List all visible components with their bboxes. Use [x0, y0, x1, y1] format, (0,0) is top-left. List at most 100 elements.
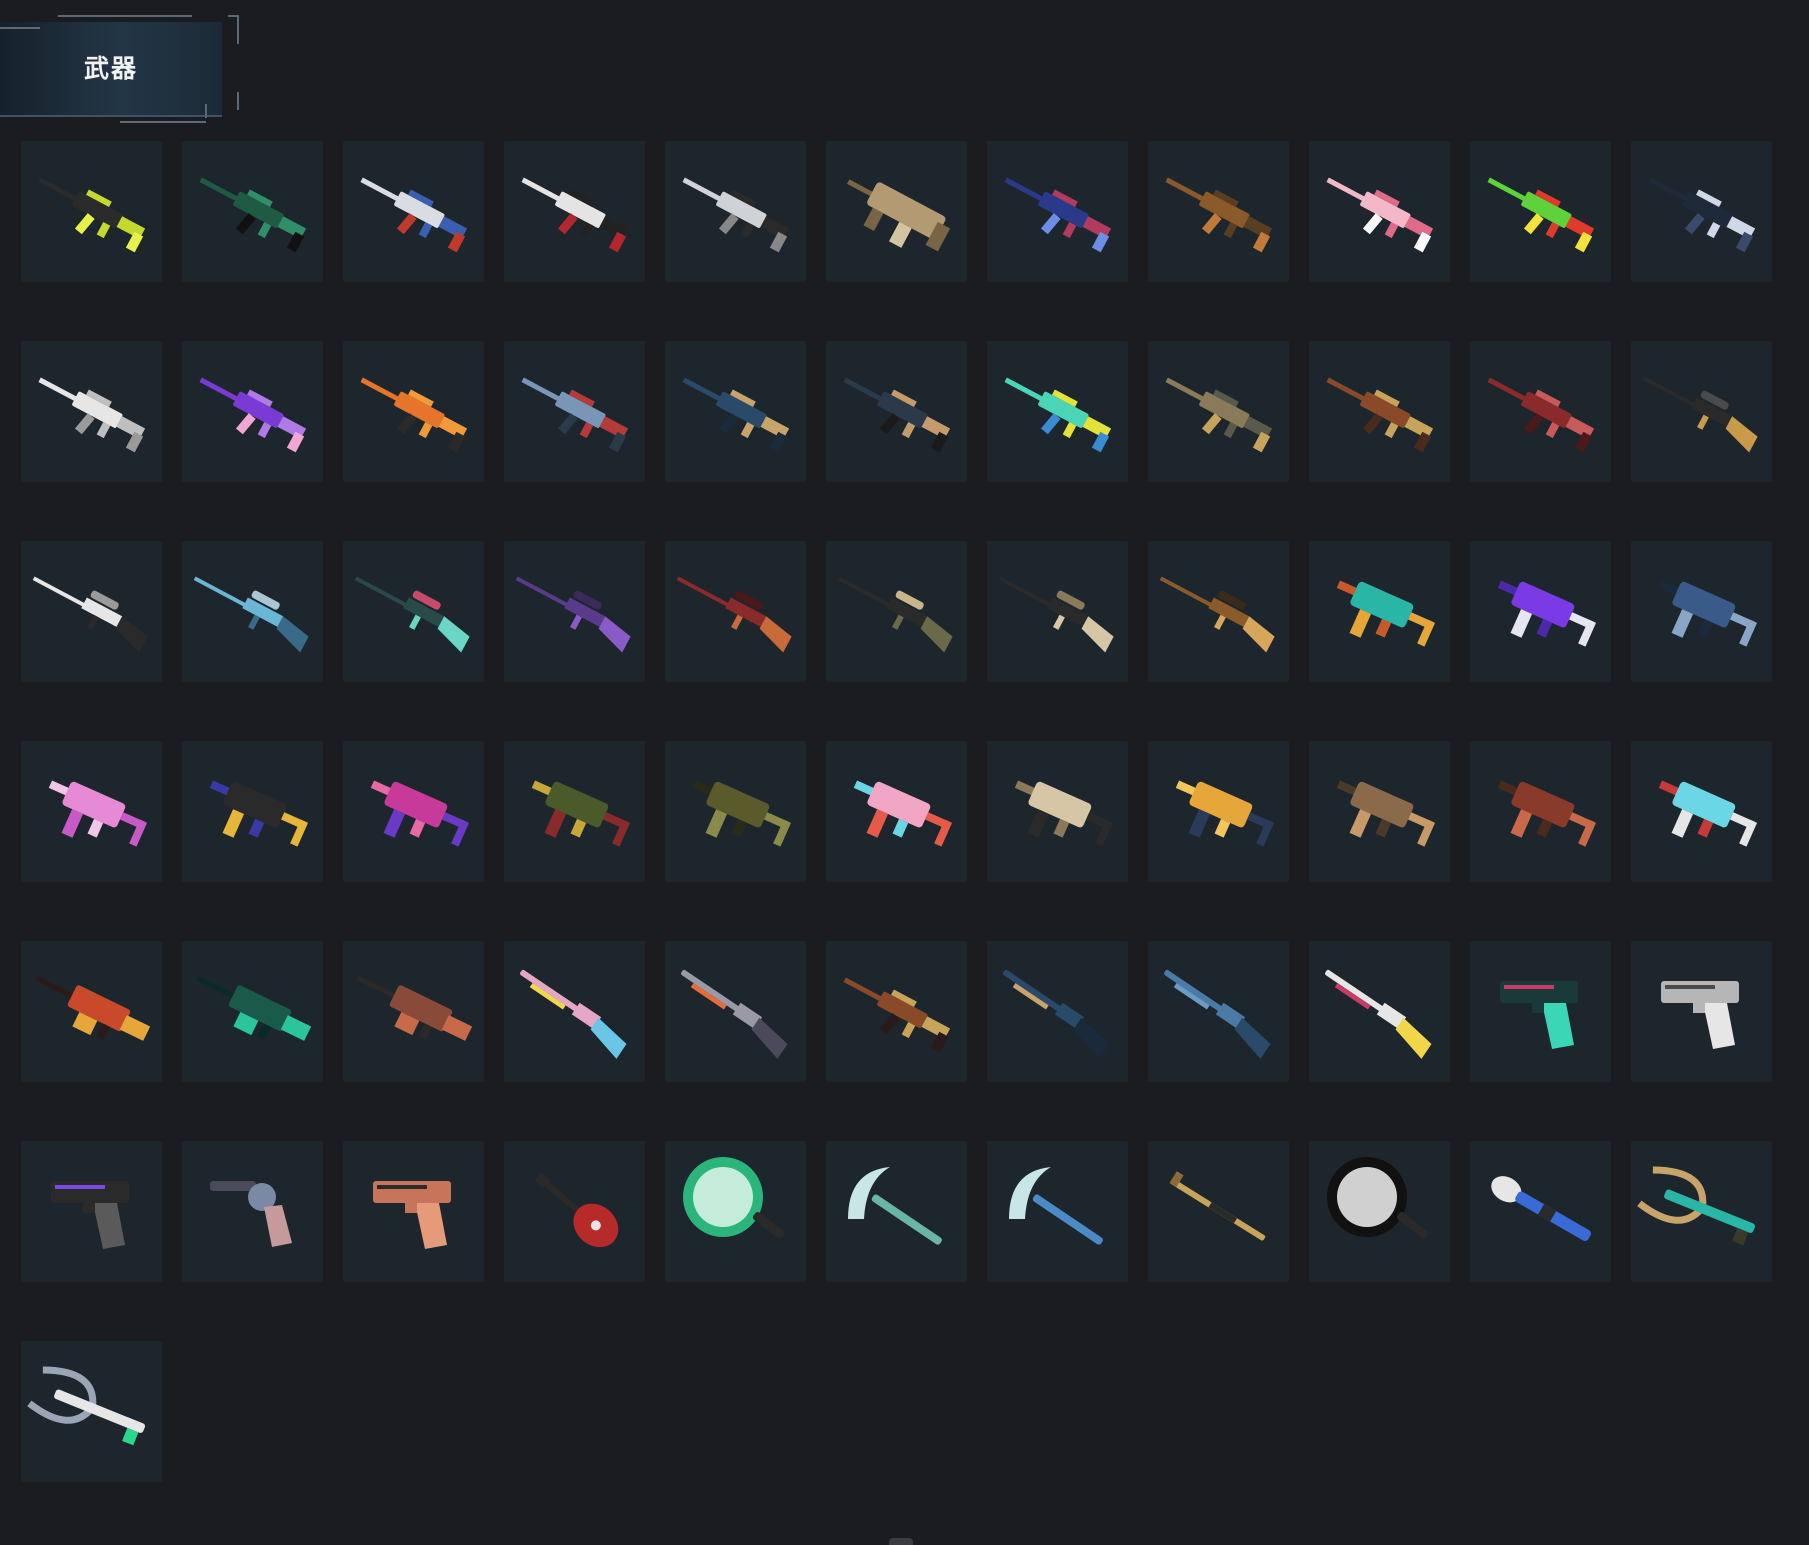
weapon-tile[interactable] [21, 741, 162, 882]
submachine-gun-icon [1175, 780, 1275, 847]
sniper-rifle-icon [193, 576, 309, 653]
weapon-tile[interactable] [343, 341, 484, 482]
assault-rifle-icon [843, 377, 951, 453]
weapon-tile[interactable] [1470, 1141, 1611, 1282]
weapon-tile[interactable] [1148, 941, 1289, 1082]
weapon-tile[interactable] [1631, 341, 1772, 482]
weapon-tile[interactable] [504, 541, 645, 682]
weapon-tile[interactable] [826, 541, 967, 682]
assault-rifle-icon [1165, 177, 1273, 253]
sickle-icon [848, 1167, 942, 1245]
assault-rifle-icon [360, 177, 468, 253]
weapon-tile[interactable] [504, 1141, 645, 1282]
assault-rifle-icon [521, 377, 629, 453]
weapon-tile[interactable] [1309, 941, 1450, 1082]
weapon-tile[interactable] [504, 941, 645, 1082]
weapon-tile[interactable] [987, 141, 1128, 282]
revolver-icon [210, 1181, 292, 1247]
weapon-tile[interactable] [182, 541, 323, 682]
weapon-tile[interactable] [504, 141, 645, 282]
assault-rifle-icon [1487, 177, 1595, 253]
weapon-tile[interactable] [826, 141, 967, 282]
weapon-tile[interactable] [21, 1341, 162, 1482]
weapon-tile[interactable] [1470, 341, 1611, 482]
grenade-launcher-icon [1491, 1176, 1592, 1241]
submachine-gun-icon [209, 780, 309, 847]
weapon-tile[interactable] [665, 1141, 806, 1282]
scroll-indicator[interactable] [889, 1538, 913, 1545]
sniper-rifle-icon [1642, 376, 1758, 453]
weapon-tile[interactable] [826, 1141, 967, 1282]
weapon-tile[interactable] [1631, 541, 1772, 682]
weapon-tile[interactable] [826, 741, 967, 882]
weapon-tile[interactable] [1148, 141, 1289, 282]
weapon-tile[interactable] [987, 1141, 1128, 1282]
weapon-tile[interactable] [1309, 141, 1450, 282]
weapon-tile[interactable] [21, 141, 162, 282]
submachine-gun-icon [1497, 780, 1597, 847]
assault-rifle-icon [38, 377, 146, 453]
weapon-tile[interactable] [1470, 141, 1611, 282]
weapon-tile[interactable] [1148, 1141, 1289, 1282]
weapon-tile[interactable] [504, 741, 645, 882]
submachine-gun-icon [1336, 780, 1436, 847]
category-title: 武器 [83, 54, 138, 83]
weapon-tile[interactable] [1148, 541, 1289, 682]
weapon-tile[interactable] [1309, 541, 1450, 682]
weapon-tile[interactable] [665, 741, 806, 882]
weapon-tile[interactable] [1309, 1141, 1450, 1282]
frying-pan-icon [683, 1157, 785, 1239]
weapon-tile[interactable] [1470, 541, 1611, 682]
weapon-tile[interactable] [665, 541, 806, 682]
weapon-tile[interactable] [1631, 741, 1772, 882]
weapon-tile[interactable] [1631, 141, 1772, 282]
weapon-tile[interactable] [21, 941, 162, 1082]
weapon-tile[interactable] [343, 741, 484, 882]
frying-pan-icon [1327, 1157, 1429, 1239]
category-header: 武器 [0, 14, 240, 124]
weapon-tile[interactable] [665, 341, 806, 482]
crossbow-icon [27, 1366, 146, 1446]
weapon-tile[interactable] [826, 941, 967, 1082]
assault-rifle-icon [1165, 377, 1273, 453]
weapon-tile[interactable] [21, 541, 162, 682]
bullpup-rifle-icon [847, 179, 951, 252]
weapon-tile[interactable] [665, 141, 806, 282]
weapon-tile[interactable] [1309, 341, 1450, 482]
weapon-tile[interactable] [182, 141, 323, 282]
weapon-tile[interactable] [343, 1141, 484, 1282]
weapon-tile[interactable] [21, 341, 162, 482]
weapon-tile[interactable] [182, 1141, 323, 1282]
assault-rifle-icon [1326, 377, 1434, 453]
weapon-tile[interactable] [987, 741, 1128, 882]
weapon-tile[interactable] [21, 1141, 162, 1282]
shotgun-icon [1164, 969, 1271, 1059]
weapon-tile[interactable] [1631, 941, 1772, 1082]
assault-rifle-icon [1487, 377, 1595, 453]
weapon-tile[interactable] [987, 341, 1128, 482]
weapon-tile[interactable] [1631, 1141, 1772, 1282]
pistol-icon [373, 1181, 451, 1249]
weapon-tile[interactable] [182, 941, 323, 1082]
weapon-tile[interactable] [987, 941, 1128, 1082]
weapon-tile[interactable] [343, 141, 484, 282]
submachine-gun-icon [1336, 580, 1436, 647]
weapon-tile[interactable] [182, 741, 323, 882]
assault-rifle-icon [843, 977, 951, 1053]
weapon-tile[interactable] [182, 341, 323, 482]
weapon-tile[interactable] [1148, 341, 1289, 482]
weapon-tile[interactable] [1148, 741, 1289, 882]
sniper-rifle-icon [1159, 576, 1275, 653]
weapon-tile[interactable] [343, 941, 484, 1082]
weapon-tile[interactable] [1309, 741, 1450, 882]
weapon-tile[interactable] [665, 941, 806, 1082]
weapon-tile[interactable] [1470, 741, 1611, 882]
weapon-tile[interactable] [504, 341, 645, 482]
weapon-tile[interactable] [826, 341, 967, 482]
weapon-tile[interactable] [343, 541, 484, 682]
weapon-tile[interactable] [1470, 941, 1611, 1082]
weapon-tile[interactable] [987, 541, 1128, 682]
sniper-rifle-icon [354, 576, 470, 653]
pistol-icon [51, 1181, 129, 1249]
assault-rifle-icon [521, 177, 629, 253]
